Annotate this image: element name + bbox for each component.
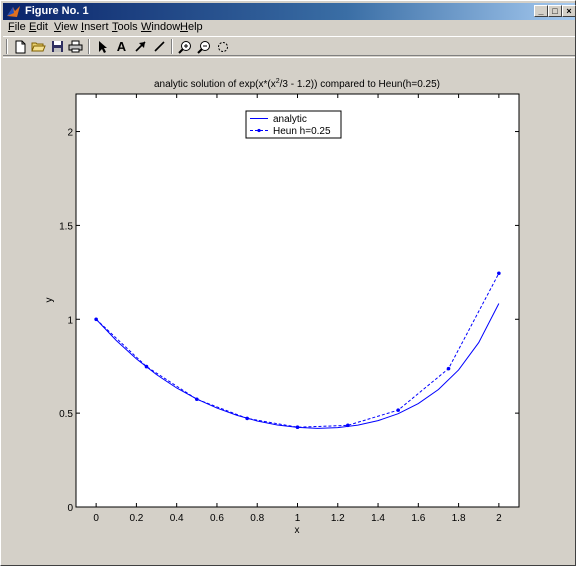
legend-heun-label: Heun h=0.25 xyxy=(273,126,331,137)
legend[interactable]: analytic Heun h=0.25 xyxy=(245,110,342,139)
legend-analytic-label: analytic xyxy=(273,114,307,125)
x-tick-label: 1 xyxy=(295,513,301,524)
x-tick-label: 1.8 xyxy=(452,513,466,524)
chart-title: analytic solution of exp(x*(x2/3 - 1.2))… xyxy=(154,78,440,90)
heun-point xyxy=(94,317,98,322)
legend-heun-marker xyxy=(257,128,261,133)
x-axis-label: x xyxy=(295,525,300,536)
x-tick-label: 2 xyxy=(496,513,502,524)
x-tick-label: 1.6 xyxy=(411,513,425,524)
x-tick-label: 0.8 xyxy=(250,513,264,524)
heun-point xyxy=(295,425,300,430)
heun-point xyxy=(446,366,451,371)
figure-canvas: analytic solution of exp(x*(x2/3 - 1.2))… xyxy=(44,78,520,536)
y-tick-label: 0.5 xyxy=(59,409,73,420)
y-tick-label: 1.5 xyxy=(59,221,73,232)
heun-point xyxy=(245,416,249,421)
x-tick-label: 0.4 xyxy=(170,513,184,524)
heun-point xyxy=(396,408,400,412)
x-tick-label: 1.4 xyxy=(371,513,385,524)
plot-area xyxy=(75,93,520,508)
y-axis-label: y xyxy=(44,298,55,303)
heun-point xyxy=(346,423,350,428)
y-tick-label: 1 xyxy=(67,315,73,326)
heun-point xyxy=(497,271,501,276)
heun-point xyxy=(195,397,199,402)
x-tick-label: 0.6 xyxy=(210,513,224,524)
y-tick-label: 0 xyxy=(67,503,73,514)
x-tick-label: 0.2 xyxy=(129,513,143,524)
y-tick-label: 2 xyxy=(67,128,73,139)
x-tick-label: 0 xyxy=(93,513,99,524)
heun-point xyxy=(144,364,149,369)
x-tick-label: 1.2 xyxy=(331,513,345,524)
